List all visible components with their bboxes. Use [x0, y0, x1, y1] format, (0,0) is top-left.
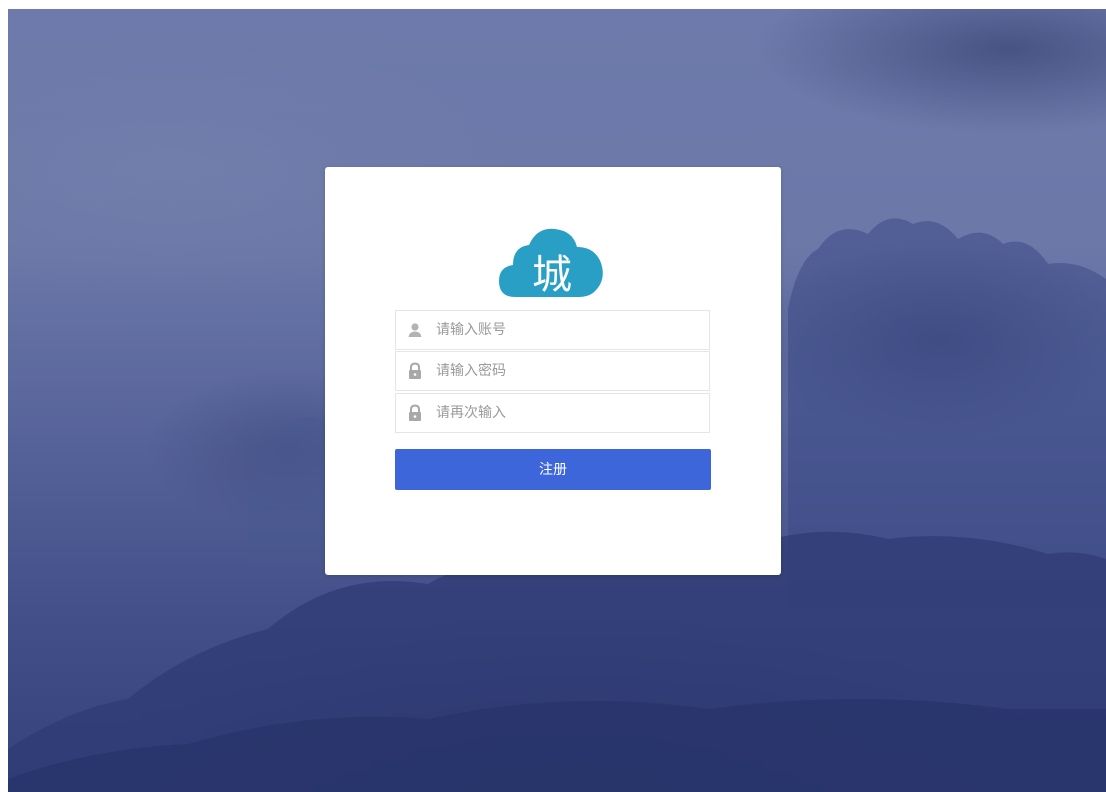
user-icon	[408, 323, 422, 337]
register-button[interactable]: 注册	[395, 449, 711, 490]
logo-text: 城	[532, 252, 572, 298]
lock-icon	[409, 362, 421, 379]
confirm-password-input[interactable]	[436, 394, 701, 432]
account-field[interactable]	[395, 310, 710, 350]
confirm-password-field[interactable]	[395, 393, 710, 433]
city-cloud-logo: 城	[499, 228, 603, 298]
password-input[interactable]	[436, 352, 701, 390]
lock-icon	[409, 404, 421, 421]
account-input[interactable]	[436, 311, 701, 349]
password-field[interactable]	[395, 351, 710, 391]
